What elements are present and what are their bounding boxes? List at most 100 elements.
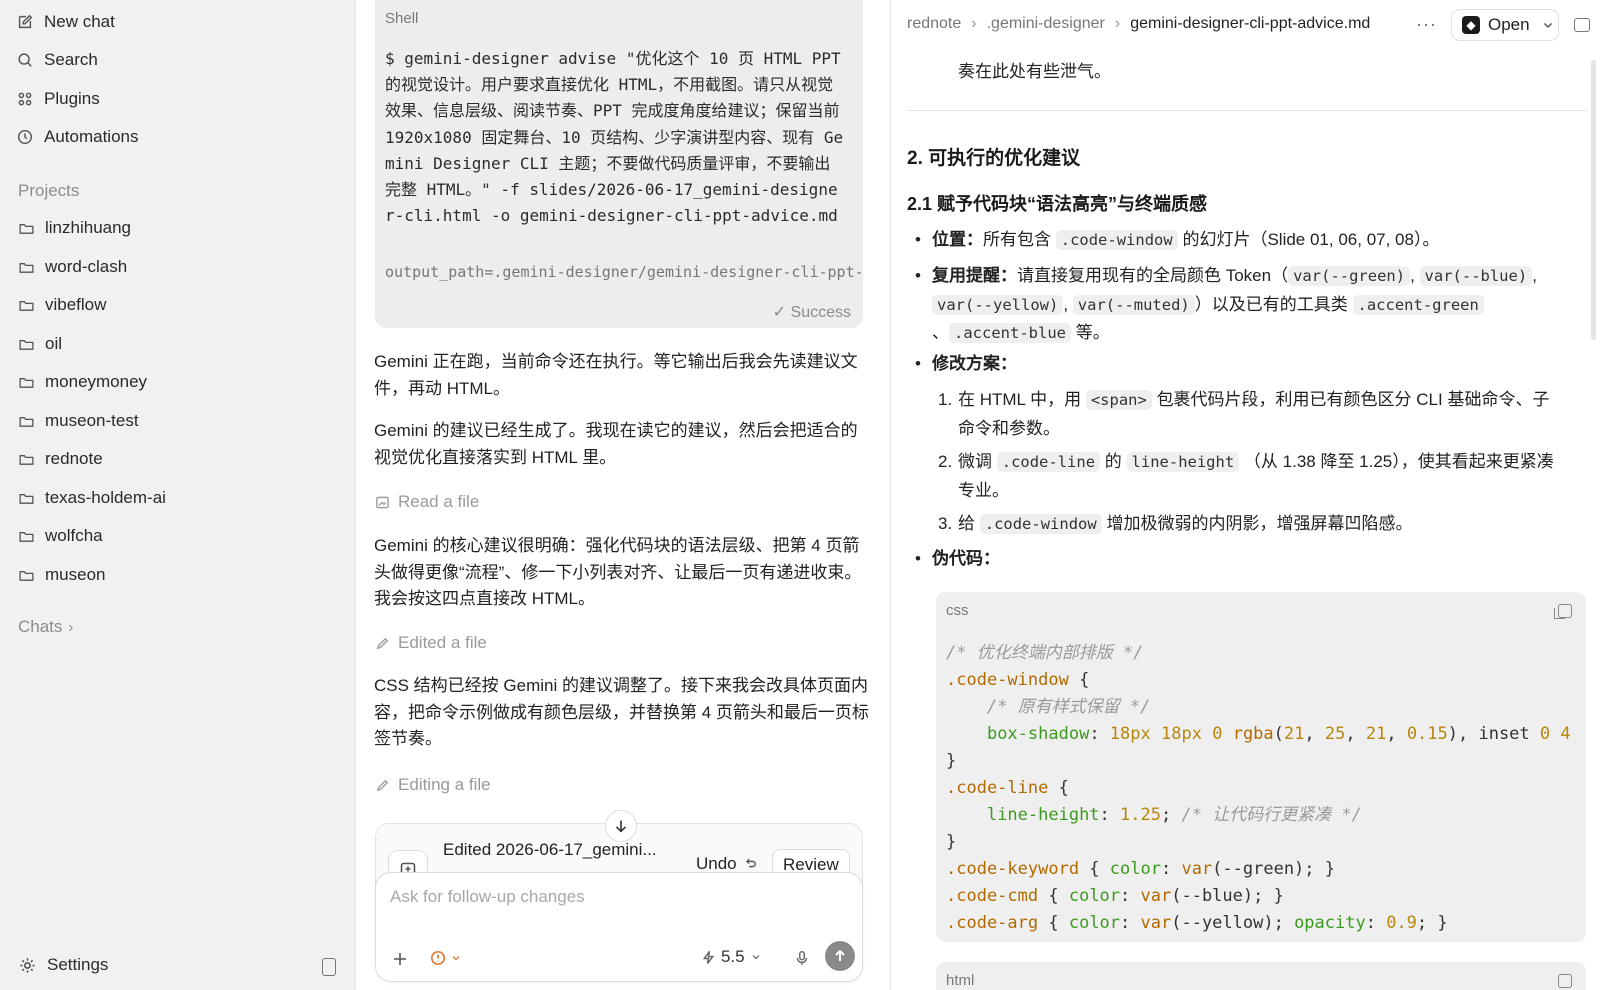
bullet-text: 等。 xyxy=(1075,323,1110,342)
project-item[interactable]: museon xyxy=(18,560,105,590)
project-item[interactable]: texas-holdem-ai xyxy=(18,483,166,513)
automations-label: Automations xyxy=(44,127,139,146)
inline-code: var(--blue) xyxy=(1419,266,1533,286)
bullet-dot: • xyxy=(915,354,921,373)
project-item[interactable]: museon-test xyxy=(18,406,139,436)
bullet-label: 伪代码： xyxy=(932,549,1000,568)
follow-up-input[interactable] xyxy=(390,887,850,907)
breadcrumb-item[interactable]: rednote xyxy=(907,15,961,33)
breadcrumb: rednote › .gemini-designer › gemini-desi… xyxy=(907,15,1370,33)
document-scrollbar[interactable] xyxy=(1591,60,1596,340)
step-number: 3. xyxy=(938,514,953,533)
plugins-label: Plugins xyxy=(44,89,100,108)
search-button[interactable]: Search xyxy=(16,45,98,75)
settings-label: Settings xyxy=(47,955,109,974)
bullet-text: ）以及已有的工具类 xyxy=(1194,294,1348,314)
add-attachment-button[interactable] xyxy=(390,949,410,969)
tool-edited-file[interactable]: Edited a file xyxy=(375,633,487,653)
document-header: rednote › .gemini-designer › gemini-desi… xyxy=(891,0,1600,50)
project-label: vibeflow xyxy=(45,295,107,314)
inline-code: .code-line xyxy=(996,452,1101,472)
arrow-up-icon xyxy=(835,949,845,961)
folder-icon xyxy=(19,300,34,311)
inline-code: var(--yellow) xyxy=(932,294,1064,315)
pencil-icon xyxy=(376,637,389,649)
tool-read-file[interactable]: Read a file xyxy=(375,492,479,512)
chevron-down-icon xyxy=(452,956,460,961)
doc-heading-2: 2. 可执行的优化建议 xyxy=(907,148,1081,169)
project-item[interactable]: wolfcha xyxy=(18,521,103,551)
step-text: 微调 xyxy=(958,452,992,471)
model-selector[interactable]: 5.5 xyxy=(701,947,762,967)
settings-button[interactable]: Settings xyxy=(18,955,108,975)
new-chat-label: New chat xyxy=(44,12,115,31)
project-item[interactable]: oil xyxy=(18,329,62,359)
projects-heading-label: Projects xyxy=(18,181,80,200)
inline-code: line-height xyxy=(1126,452,1240,472)
project-label: museon xyxy=(45,565,106,584)
folder-icon xyxy=(19,223,34,234)
folder-icon xyxy=(19,339,34,350)
automations-button[interactable]: Automations xyxy=(16,122,139,152)
chevron-right-icon: › xyxy=(971,15,977,32)
project-item[interactable]: vibeflow xyxy=(18,290,106,320)
project-item[interactable]: rednote xyxy=(18,444,103,474)
more-options-button[interactable]: ··· xyxy=(1416,14,1437,35)
inline-code: .code-window xyxy=(979,514,1102,534)
plugins-button[interactable]: Plugins xyxy=(16,84,100,114)
projects-heading: Projects xyxy=(18,181,79,201)
bullet-dot: • xyxy=(915,230,921,249)
breadcrumb-current: gemini-designer-cli-ppt-advice.md xyxy=(1130,15,1371,32)
breadcrumb-item[interactable]: .gemini-designer xyxy=(987,15,1105,33)
chat-thread: Shell $ gemini-designer advise "优化这个 10 … xyxy=(357,0,889,990)
document-preview: rednote › .gemini-designer › gemini-desi… xyxy=(890,0,1600,990)
assistant-message: Gemini 的建议已经生成了。我现在读它的建议，然后会把适合的视觉优化直接落实… xyxy=(374,421,858,467)
bullet-text: 所有包含 xyxy=(983,230,1051,249)
shell-output-card: Shell $ gemini-designer advise "优化这个 10 … xyxy=(375,0,863,328)
tool-read-label: Read a file xyxy=(398,492,480,511)
split-pane-icon[interactable] xyxy=(1574,18,1590,32)
folder-icon xyxy=(19,570,34,581)
image-file-icon xyxy=(376,496,389,508)
project-label: wolfcha xyxy=(45,526,103,545)
step-text: 的 xyxy=(1104,452,1122,471)
project-label: word-clash xyxy=(45,257,128,276)
copy-icon[interactable] xyxy=(1554,604,1572,619)
project-label: texas-holdem-ai xyxy=(45,488,166,507)
project-item[interactable]: linzhihuang xyxy=(18,213,131,243)
scroll-to-bottom-button[interactable] xyxy=(605,810,637,842)
project-item[interactable]: moneymoney xyxy=(18,367,147,397)
undo-button[interactable]: Undo xyxy=(696,854,757,874)
model-label: 5.5 xyxy=(721,947,745,966)
inline-code: var(--green) xyxy=(1288,266,1411,286)
sidebar-toggle-icon[interactable] xyxy=(322,958,336,976)
shell-command: $ gemini-designer advise "优化这个 10 页 HTML… xyxy=(385,49,851,226)
inline-code: <span> xyxy=(1085,390,1152,410)
doc-paragraph-fragment: 奏在此处有些泄气。 xyxy=(958,62,1111,81)
bolt-icon xyxy=(702,950,715,964)
tool-editing-file[interactable]: Editing a file xyxy=(375,775,491,795)
send-button[interactable] xyxy=(825,941,855,971)
folder-icon xyxy=(19,262,34,273)
step-number: 1. xyxy=(938,390,953,409)
open-in-app-button[interactable]: ◆ Open xyxy=(1451,9,1559,41)
bullet-text: 请直接复用现有的全局颜色 Token（ xyxy=(1017,266,1289,285)
open-label: Open xyxy=(1488,15,1530,34)
tool-edited-label: Edited a file xyxy=(398,633,487,652)
bullet-label: 位置： xyxy=(932,230,983,249)
chats-heading-label: Chats xyxy=(18,617,63,636)
warning-icon xyxy=(430,950,446,966)
microphone-button[interactable] xyxy=(793,949,811,972)
project-item[interactable]: word-clash xyxy=(18,252,127,282)
code-language-label: html xyxy=(946,972,975,989)
chats-section-toggle[interactable]: Chats › xyxy=(18,617,73,637)
copy-icon[interactable] xyxy=(1558,974,1572,988)
permissions-button[interactable] xyxy=(430,950,462,966)
new-chat-button[interactable]: New chat xyxy=(16,7,115,37)
shell-card-title: Shell xyxy=(385,10,419,27)
folder-icon xyxy=(19,454,34,465)
project-label: oil xyxy=(45,334,63,353)
inline-code: .accent-green xyxy=(1352,294,1484,315)
pencil-icon xyxy=(376,779,389,791)
chevron-right-icon: › xyxy=(68,618,74,636)
